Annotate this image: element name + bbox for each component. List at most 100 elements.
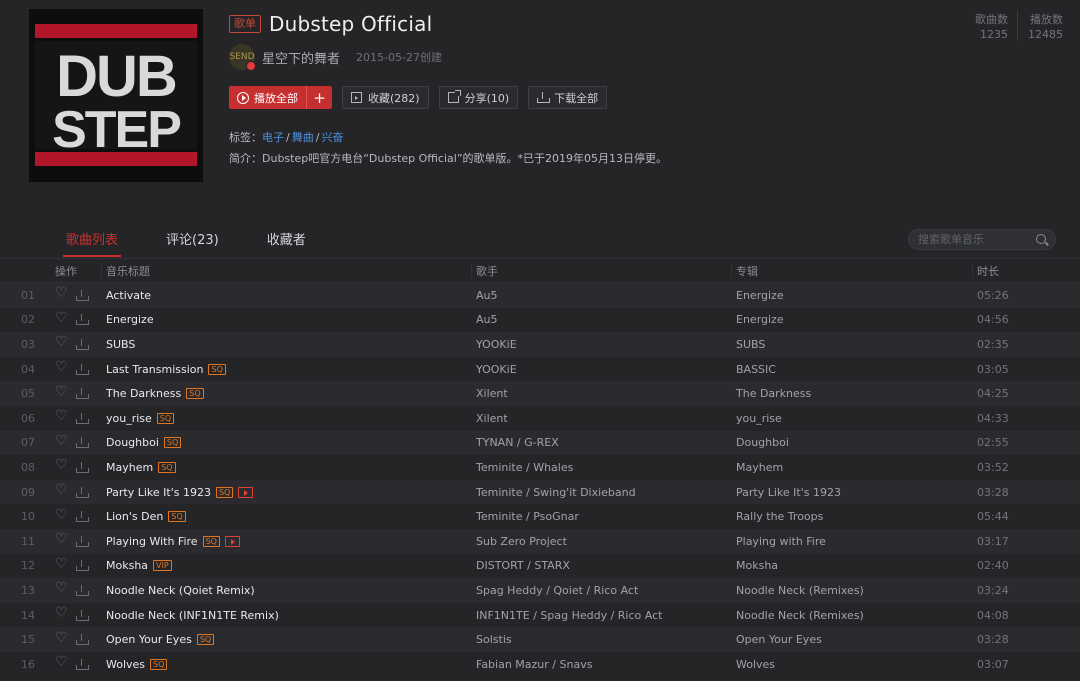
- track-album[interactable]: Moksha: [731, 559, 972, 572]
- track-artist[interactable]: Fabian Mazur / Snavs: [471, 658, 731, 671]
- download-icon[interactable]: [76, 560, 89, 572]
- track-artist[interactable]: Xilent: [471, 387, 731, 400]
- download-icon[interactable]: [76, 486, 89, 498]
- download-icon[interactable]: [76, 412, 89, 424]
- heart-icon[interactable]: [55, 507, 68, 523]
- track-album[interactable]: The Darkness: [731, 387, 972, 400]
- creator-avatar[interactable]: SEND: [229, 44, 256, 71]
- table-row[interactable]: 03 SUBS YOOKiE SUBS 02:35: [0, 332, 1080, 357]
- track-album[interactable]: Rally the Troops: [731, 510, 972, 523]
- mv-icon[interactable]: [238, 486, 254, 498]
- download-icon[interactable]: [76, 461, 89, 473]
- heart-icon[interactable]: [55, 556, 68, 572]
- track-title[interactable]: Mayhem: [106, 461, 153, 474]
- track-artist[interactable]: Sub Zero Project: [471, 535, 731, 548]
- table-row[interactable]: 07 Doughboi SQ TYNAN / G-REX Doughboi 02…: [0, 430, 1080, 456]
- tag-link[interactable]: 电子: [262, 131, 284, 144]
- download-icon[interactable]: [76, 388, 89, 400]
- collect-button[interactable]: 收藏(282): [342, 86, 429, 109]
- table-row[interactable]: 11 Playing With Fire SQ Sub Zero Project…: [0, 528, 1080, 554]
- track-album[interactable]: Noodle Neck (Remixes): [731, 584, 972, 597]
- tab-subscribers[interactable]: 收藏者: [267, 231, 306, 257]
- track-album[interactable]: Doughboi: [731, 436, 972, 449]
- table-row[interactable]: 12 Moksha VIP DISTORT / STARX Moksha 02:…: [0, 553, 1080, 579]
- track-album[interactable]: Wolves: [731, 658, 972, 671]
- track-title[interactable]: Activate: [106, 289, 151, 302]
- track-title[interactable]: Energize: [106, 313, 154, 326]
- track-title[interactable]: Noodle Neck (Qoiet Remix): [106, 584, 255, 597]
- track-title[interactable]: Party Like It's 1923: [106, 486, 211, 499]
- track-artist[interactable]: Solstis: [471, 633, 731, 646]
- track-title[interactable]: Lion's Den: [106, 510, 163, 523]
- track-artist[interactable]: Au5: [471, 289, 731, 302]
- track-artist[interactable]: Teminite / Swing'it Dixieband: [471, 486, 731, 499]
- heart-icon[interactable]: [55, 605, 68, 621]
- track-album[interactable]: Noodle Neck (Remixes): [731, 609, 972, 622]
- track-album[interactable]: SUBS: [731, 338, 972, 351]
- heart-icon[interactable]: [55, 285, 68, 301]
- track-title[interactable]: Wolves: [106, 658, 145, 671]
- heart-icon[interactable]: [55, 433, 68, 449]
- table-row[interactable]: 05 The Darkness SQ Xilent The Darkness 0…: [0, 381, 1080, 406]
- track-album[interactable]: Energize: [731, 289, 972, 302]
- download-icon[interactable]: [76, 634, 89, 646]
- track-artist[interactable]: INF1N1TE / Spag Heddy / Rico Act: [471, 609, 731, 622]
- track-album[interactable]: you_rise: [731, 412, 972, 425]
- table-row[interactable]: 13 Noodle Neck (Qoiet Remix) Spag Heddy …: [0, 578, 1080, 603]
- heart-icon[interactable]: [55, 630, 68, 646]
- tab-song-list[interactable]: 歌曲列表: [62, 231, 122, 257]
- track-title[interactable]: Doughboi: [106, 436, 159, 449]
- track-album[interactable]: Party Like It's 1923: [731, 486, 972, 499]
- track-title[interactable]: Last Transmission: [106, 363, 203, 376]
- tab-comments[interactable]: 评论(23): [166, 231, 219, 257]
- track-artist[interactable]: Xilent: [471, 412, 731, 425]
- track-album[interactable]: Energize: [731, 313, 972, 326]
- track-title[interactable]: Playing With Fire: [106, 535, 198, 548]
- table-row[interactable]: 10 Lion's Den SQ Teminite / PsoGnar Rall…: [0, 504, 1080, 529]
- track-title[interactable]: Noodle Neck (INF1N1TE Remix): [106, 609, 279, 622]
- table-row[interactable]: 15 Open Your Eyes SQ Solstis Open Your E…: [0, 627, 1080, 652]
- table-row[interactable]: 06 you_rise SQ Xilent you_rise 04:33: [0, 405, 1080, 431]
- track-artist[interactable]: Spag Heddy / Qoiet / Rico Act: [471, 584, 731, 597]
- tag-link[interactable]: 兴奋: [321, 131, 343, 144]
- track-artist[interactable]: Teminite / PsoGnar: [471, 510, 731, 523]
- share-button[interactable]: 分享(10): [438, 86, 519, 109]
- download-icon[interactable]: [76, 314, 89, 326]
- search-input[interactable]: [918, 233, 1038, 246]
- table-row[interactable]: 08 Mayhem SQ Teminite / Whales Mayhem 03…: [0, 455, 1080, 480]
- heart-icon[interactable]: [55, 384, 68, 400]
- mv-icon[interactable]: [224, 535, 240, 547]
- download-icon[interactable]: [76, 363, 89, 375]
- table-row[interactable]: 04 Last Transmission SQ YOOKiE BASSIC 03…: [0, 356, 1080, 382]
- heart-icon[interactable]: [55, 310, 68, 326]
- heart-icon[interactable]: [55, 408, 68, 424]
- download-icon[interactable]: [76, 609, 89, 621]
- play-all-button[interactable]: 播放全部: [229, 86, 306, 109]
- track-title[interactable]: SUBS: [106, 338, 135, 351]
- add-to-queue-button[interactable]: +: [306, 86, 332, 109]
- heart-icon[interactable]: [55, 334, 68, 350]
- header-artist[interactable]: 歌手: [471, 262, 731, 279]
- track-artist[interactable]: Au5: [471, 313, 731, 326]
- heart-icon[interactable]: [55, 359, 68, 375]
- track-artist[interactable]: YOOKiE: [471, 338, 731, 351]
- download-icon[interactable]: [76, 511, 89, 523]
- header-title[interactable]: 音乐标题: [101, 262, 471, 279]
- download-icon[interactable]: [76, 535, 89, 547]
- track-title[interactable]: The Darkness: [106, 387, 181, 400]
- heart-icon[interactable]: [55, 580, 68, 596]
- track-artist[interactable]: TYNAN / G-REX: [471, 436, 731, 449]
- track-title[interactable]: Moksha: [106, 559, 148, 572]
- heart-icon[interactable]: [55, 457, 68, 473]
- download-icon[interactable]: [76, 437, 89, 449]
- track-artist[interactable]: YOOKiE: [471, 363, 731, 376]
- table-row[interactable]: 02 Energize Au5 Energize 04:56: [0, 307, 1080, 333]
- table-row[interactable]: 09 Party Like It's 1923 SQ Teminite / Sw…: [0, 479, 1080, 505]
- track-album[interactable]: Open Your Eyes: [731, 633, 972, 646]
- track-title[interactable]: you_rise: [106, 412, 152, 425]
- header-duration[interactable]: 时长: [972, 262, 1080, 279]
- heart-icon[interactable]: [55, 654, 68, 670]
- creator-name[interactable]: 星空下的舞者: [262, 48, 340, 67]
- table-row[interactable]: 01 Activate Au5 Energize 05:26: [0, 283, 1080, 308]
- track-album[interactable]: BASSIC: [731, 363, 972, 376]
